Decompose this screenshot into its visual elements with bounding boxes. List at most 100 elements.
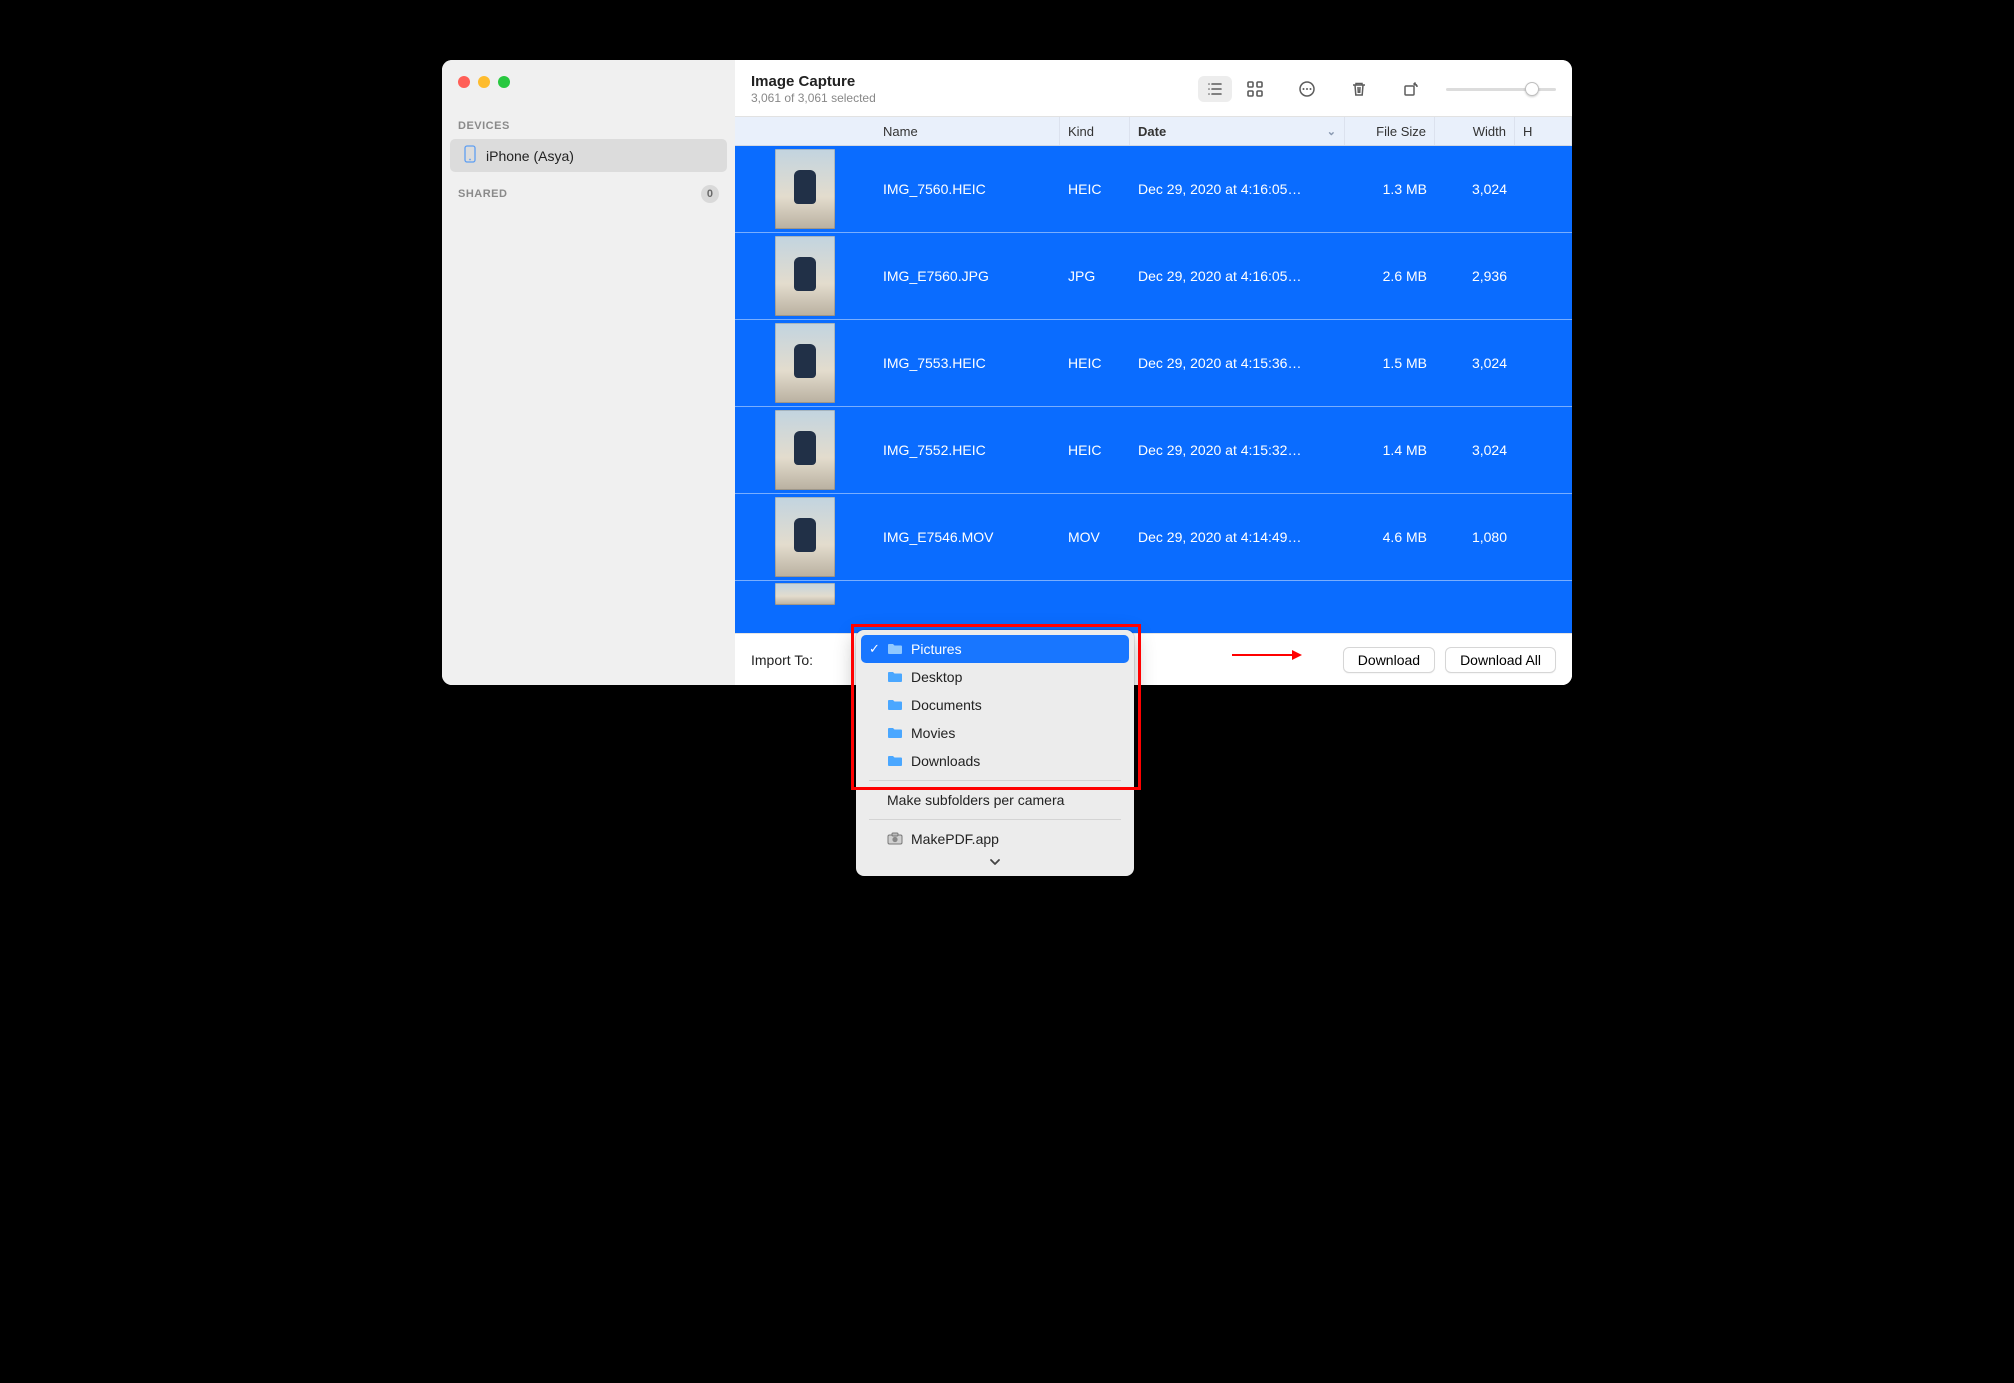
- cell-name: IMG_7552.HEIC: [875, 442, 1060, 458]
- cell-date: Dec 29, 2020 at 4:14:49…: [1130, 529, 1345, 545]
- cell-size: 1.4 MB: [1345, 442, 1435, 458]
- table-row[interactable]: IMG_7553.HEIC HEIC Dec 29, 2020 at 4:15:…: [735, 320, 1572, 407]
- column-kind[interactable]: Kind: [1060, 117, 1130, 145]
- menu-item-label: MakePDF.app: [911, 831, 999, 847]
- chevron-down-icon: [988, 855, 1002, 869]
- cell-name: IMG_7553.HEIC: [875, 355, 1060, 371]
- cell-size: 2.6 MB: [1345, 268, 1435, 284]
- cell-date: Dec 29, 2020 at 4:16:05…: [1130, 181, 1345, 197]
- menu-item-label: Desktop: [911, 669, 962, 685]
- cell-width: 3,024: [1435, 181, 1515, 197]
- menu-item-label: Downloads: [911, 753, 980, 769]
- sidebar-shared-count: 0: [701, 185, 719, 203]
- column-thumbnail[interactable]: [735, 117, 875, 145]
- table-body: IMG_7560.HEIC HEIC Dec 29, 2020 at 4:16:…: [735, 146, 1572, 633]
- grid-view-button[interactable]: [1238, 76, 1272, 102]
- selection-status: 3,061 of 3,061 selected: [751, 91, 876, 105]
- menu-item-downloads[interactable]: Downloads: [861, 747, 1129, 775]
- thumbnail: [735, 497, 875, 577]
- menu-item-label: Pictures: [911, 641, 962, 657]
- menu-separator: [869, 780, 1121, 781]
- folder-icon: [887, 727, 903, 739]
- app-icon: [887, 832, 903, 846]
- folder-icon: [887, 755, 903, 767]
- column-height[interactable]: H: [1515, 117, 1572, 145]
- table-row[interactable]: [735, 581, 1572, 607]
- cell-width: 3,024: [1435, 442, 1515, 458]
- sidebar-section-shared: SHARED 0: [442, 173, 735, 209]
- import-to-label: Import To:: [751, 652, 813, 668]
- folder-icon: [887, 699, 903, 711]
- thumbnail: [735, 583, 875, 605]
- thumbnail: [735, 149, 875, 229]
- cell-date: Dec 29, 2020 at 4:15:32…: [1130, 442, 1345, 458]
- close-window-button[interactable]: [458, 76, 470, 88]
- download-all-button[interactable]: Download All: [1445, 647, 1556, 673]
- column-file-size[interactable]: File Size: [1345, 117, 1435, 145]
- cell-kind: JPG: [1060, 268, 1130, 284]
- main-area: Image Capture 3,061 of 3,061 selected: [735, 60, 1572, 685]
- menu-item-movies[interactable]: Movies: [861, 719, 1129, 747]
- zoom-window-button[interactable]: [498, 76, 510, 88]
- list-icon: [1206, 80, 1224, 98]
- app-title: Image Capture: [751, 73, 876, 90]
- check-icon: ✓: [869, 641, 880, 657]
- thumbnail: [735, 236, 875, 316]
- rotate-button[interactable]: [1394, 76, 1428, 102]
- column-width[interactable]: Width: [1435, 117, 1515, 145]
- delete-button[interactable]: [1342, 76, 1376, 102]
- cell-date: Dec 29, 2020 at 4:15:36…: [1130, 355, 1345, 371]
- folder-icon: [887, 643, 903, 655]
- table-row[interactable]: IMG_7552.HEIC HEIC Dec 29, 2020 at 4:15:…: [735, 407, 1572, 494]
- minimize-window-button[interactable]: [478, 76, 490, 88]
- cell-width: 1,080: [1435, 529, 1515, 545]
- menu-item-label: Documents: [911, 697, 982, 713]
- cell-date: Dec 29, 2020 at 4:16:05…: [1130, 268, 1345, 284]
- app-window: DEVICES iPhone (Asya) SHARED 0 Image Cap…: [442, 60, 1572, 685]
- rotate-icon: [1402, 80, 1420, 98]
- cell-width: 2,936: [1435, 268, 1515, 284]
- list-view-button[interactable]: [1198, 76, 1232, 102]
- table-row[interactable]: IMG_E7560.JPG JPG Dec 29, 2020 at 4:16:0…: [735, 233, 1572, 320]
- cell-kind: HEIC: [1060, 355, 1130, 371]
- menu-item-app[interactable]: MakePDF.app: [861, 825, 1129, 853]
- sidebar: DEVICES iPhone (Asya) SHARED 0: [442, 60, 735, 685]
- table-row[interactable]: IMG_E7546.MOV MOV Dec 29, 2020 at 4:14:4…: [735, 494, 1572, 581]
- menu-item-pictures[interactable]: ✓ Pictures: [861, 635, 1129, 663]
- menu-item-documents[interactable]: Documents: [861, 691, 1129, 719]
- toolbar-actions: [1198, 76, 1556, 102]
- sidebar-section-devices: DEVICES: [442, 114, 735, 138]
- menu-scroll-indicator[interactable]: [861, 853, 1129, 871]
- menu-item-desktop[interactable]: Desktop: [861, 663, 1129, 691]
- menu-item-make-subfolders[interactable]: Make subfolders per camera: [861, 786, 1129, 814]
- table-row[interactable]: IMG_7560.HEIC HEIC Dec 29, 2020 at 4:16:…: [735, 146, 1572, 233]
- import-to-menu[interactable]: ✓ Pictures Desktop Documents Movies Down…: [856, 630, 1134, 876]
- cell-name: IMG_7560.HEIC: [875, 181, 1060, 197]
- column-date-label: Date: [1138, 124, 1166, 139]
- menu-item-label: Movies: [911, 725, 955, 741]
- toolbar-title-block: Image Capture 3,061 of 3,061 selected: [751, 73, 876, 105]
- cell-name: IMG_E7546.MOV: [875, 529, 1060, 545]
- thumbnail: [735, 410, 875, 490]
- view-mode-group: [1198, 76, 1272, 102]
- column-date[interactable]: Date ⌄: [1130, 117, 1345, 145]
- zoom-slider[interactable]: [1446, 76, 1556, 102]
- more-options-button[interactable]: [1290, 76, 1324, 102]
- sidebar-item-device[interactable]: iPhone (Asya): [450, 139, 727, 172]
- ellipsis-circle-icon: [1298, 80, 1316, 98]
- download-button[interactable]: Download: [1343, 647, 1435, 673]
- menu-separator: [869, 819, 1121, 820]
- cell-size: 1.5 MB: [1345, 355, 1435, 371]
- cell-kind: HEIC: [1060, 442, 1130, 458]
- import-to: Import To:: [751, 652, 813, 668]
- cell-size: 1.3 MB: [1345, 181, 1435, 197]
- trash-icon: [1350, 80, 1368, 98]
- cell-kind: HEIC: [1060, 181, 1130, 197]
- folder-icon: [887, 671, 903, 683]
- sidebar-shared-label: SHARED: [458, 188, 507, 200]
- window-controls: [442, 76, 735, 88]
- grid-icon: [1246, 80, 1264, 98]
- cell-size: 4.6 MB: [1345, 529, 1435, 545]
- column-name[interactable]: Name: [875, 117, 1060, 145]
- cell-width: 3,024: [1435, 355, 1515, 371]
